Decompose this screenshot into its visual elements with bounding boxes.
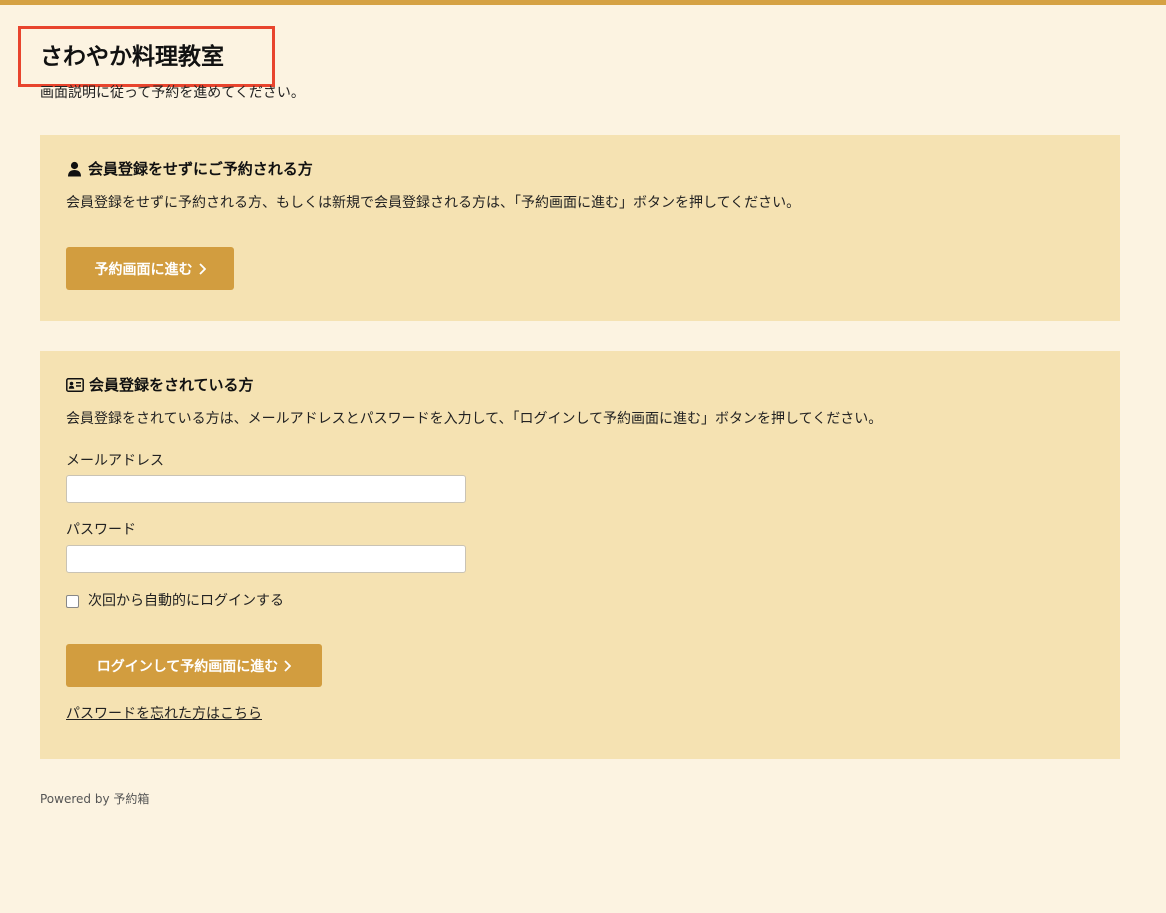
chevron-right-icon (284, 659, 292, 672)
remember-me-checkbox[interactable] (66, 594, 79, 608)
top-accent-bar (0, 0, 1166, 5)
member-panel-heading-text: 会員登録をされている方 (89, 376, 254, 394)
guest-booking-panel: 会員登録をせずにご予約される方 会員登録をせずに予約される方、もしくは新規で会員… (40, 135, 1120, 321)
proceed-to-booking-button-label: 予約画面に進む (94, 261, 193, 278)
site-title: さわやか料理教室 (40, 44, 224, 70)
chevron-right-icon (198, 262, 206, 275)
id-card-icon (66, 378, 84, 392)
powered-by-footer: Powered by 予約箱 (40, 792, 150, 806)
guest-panel-heading: 会員登録をせずにご予約される方 (66, 158, 313, 180)
user-icon (68, 161, 81, 177)
forgot-password-link[interactable]: パスワードを忘れた方はこちら (66, 704, 262, 724)
password-field[interactable] (66, 545, 466, 573)
proceed-to-booking-button[interactable]: 予約画面に進む (66, 247, 234, 290)
email-field[interactable] (66, 475, 466, 503)
remember-me-label[interactable]: 次回から自動的にログインする (88, 591, 284, 611)
password-label: パスワード (66, 522, 136, 538)
login-and-proceed-button[interactable]: ログインして予約画面に進む (66, 644, 322, 687)
member-login-panel: 会員登録をされている方 会員登録をされている方は、メールアドレスとパスワードを入… (40, 351, 1120, 759)
member-panel-heading: 会員登録をされている方 (66, 374, 254, 396)
login-and-proceed-button-label: ログインして予約画面に進む (96, 658, 279, 675)
member-panel-description: 会員登録をされている方は、メールアドレスとパスワードを入力して、「ログインして予… (66, 411, 883, 427)
email-label: メールアドレス (66, 453, 164, 469)
guest-panel-description: 会員登録をせずに予約される方、もしくは新規で会員登録される方は、「予約画面に進む… (66, 195, 801, 211)
guest-panel-heading-text: 会員登録をせずにご予約される方 (88, 160, 313, 178)
intro-text: 画面説明に従って予約を進めてください。 (40, 85, 305, 101)
remember-me-row: 次回から自動的にログインする (66, 591, 284, 611)
